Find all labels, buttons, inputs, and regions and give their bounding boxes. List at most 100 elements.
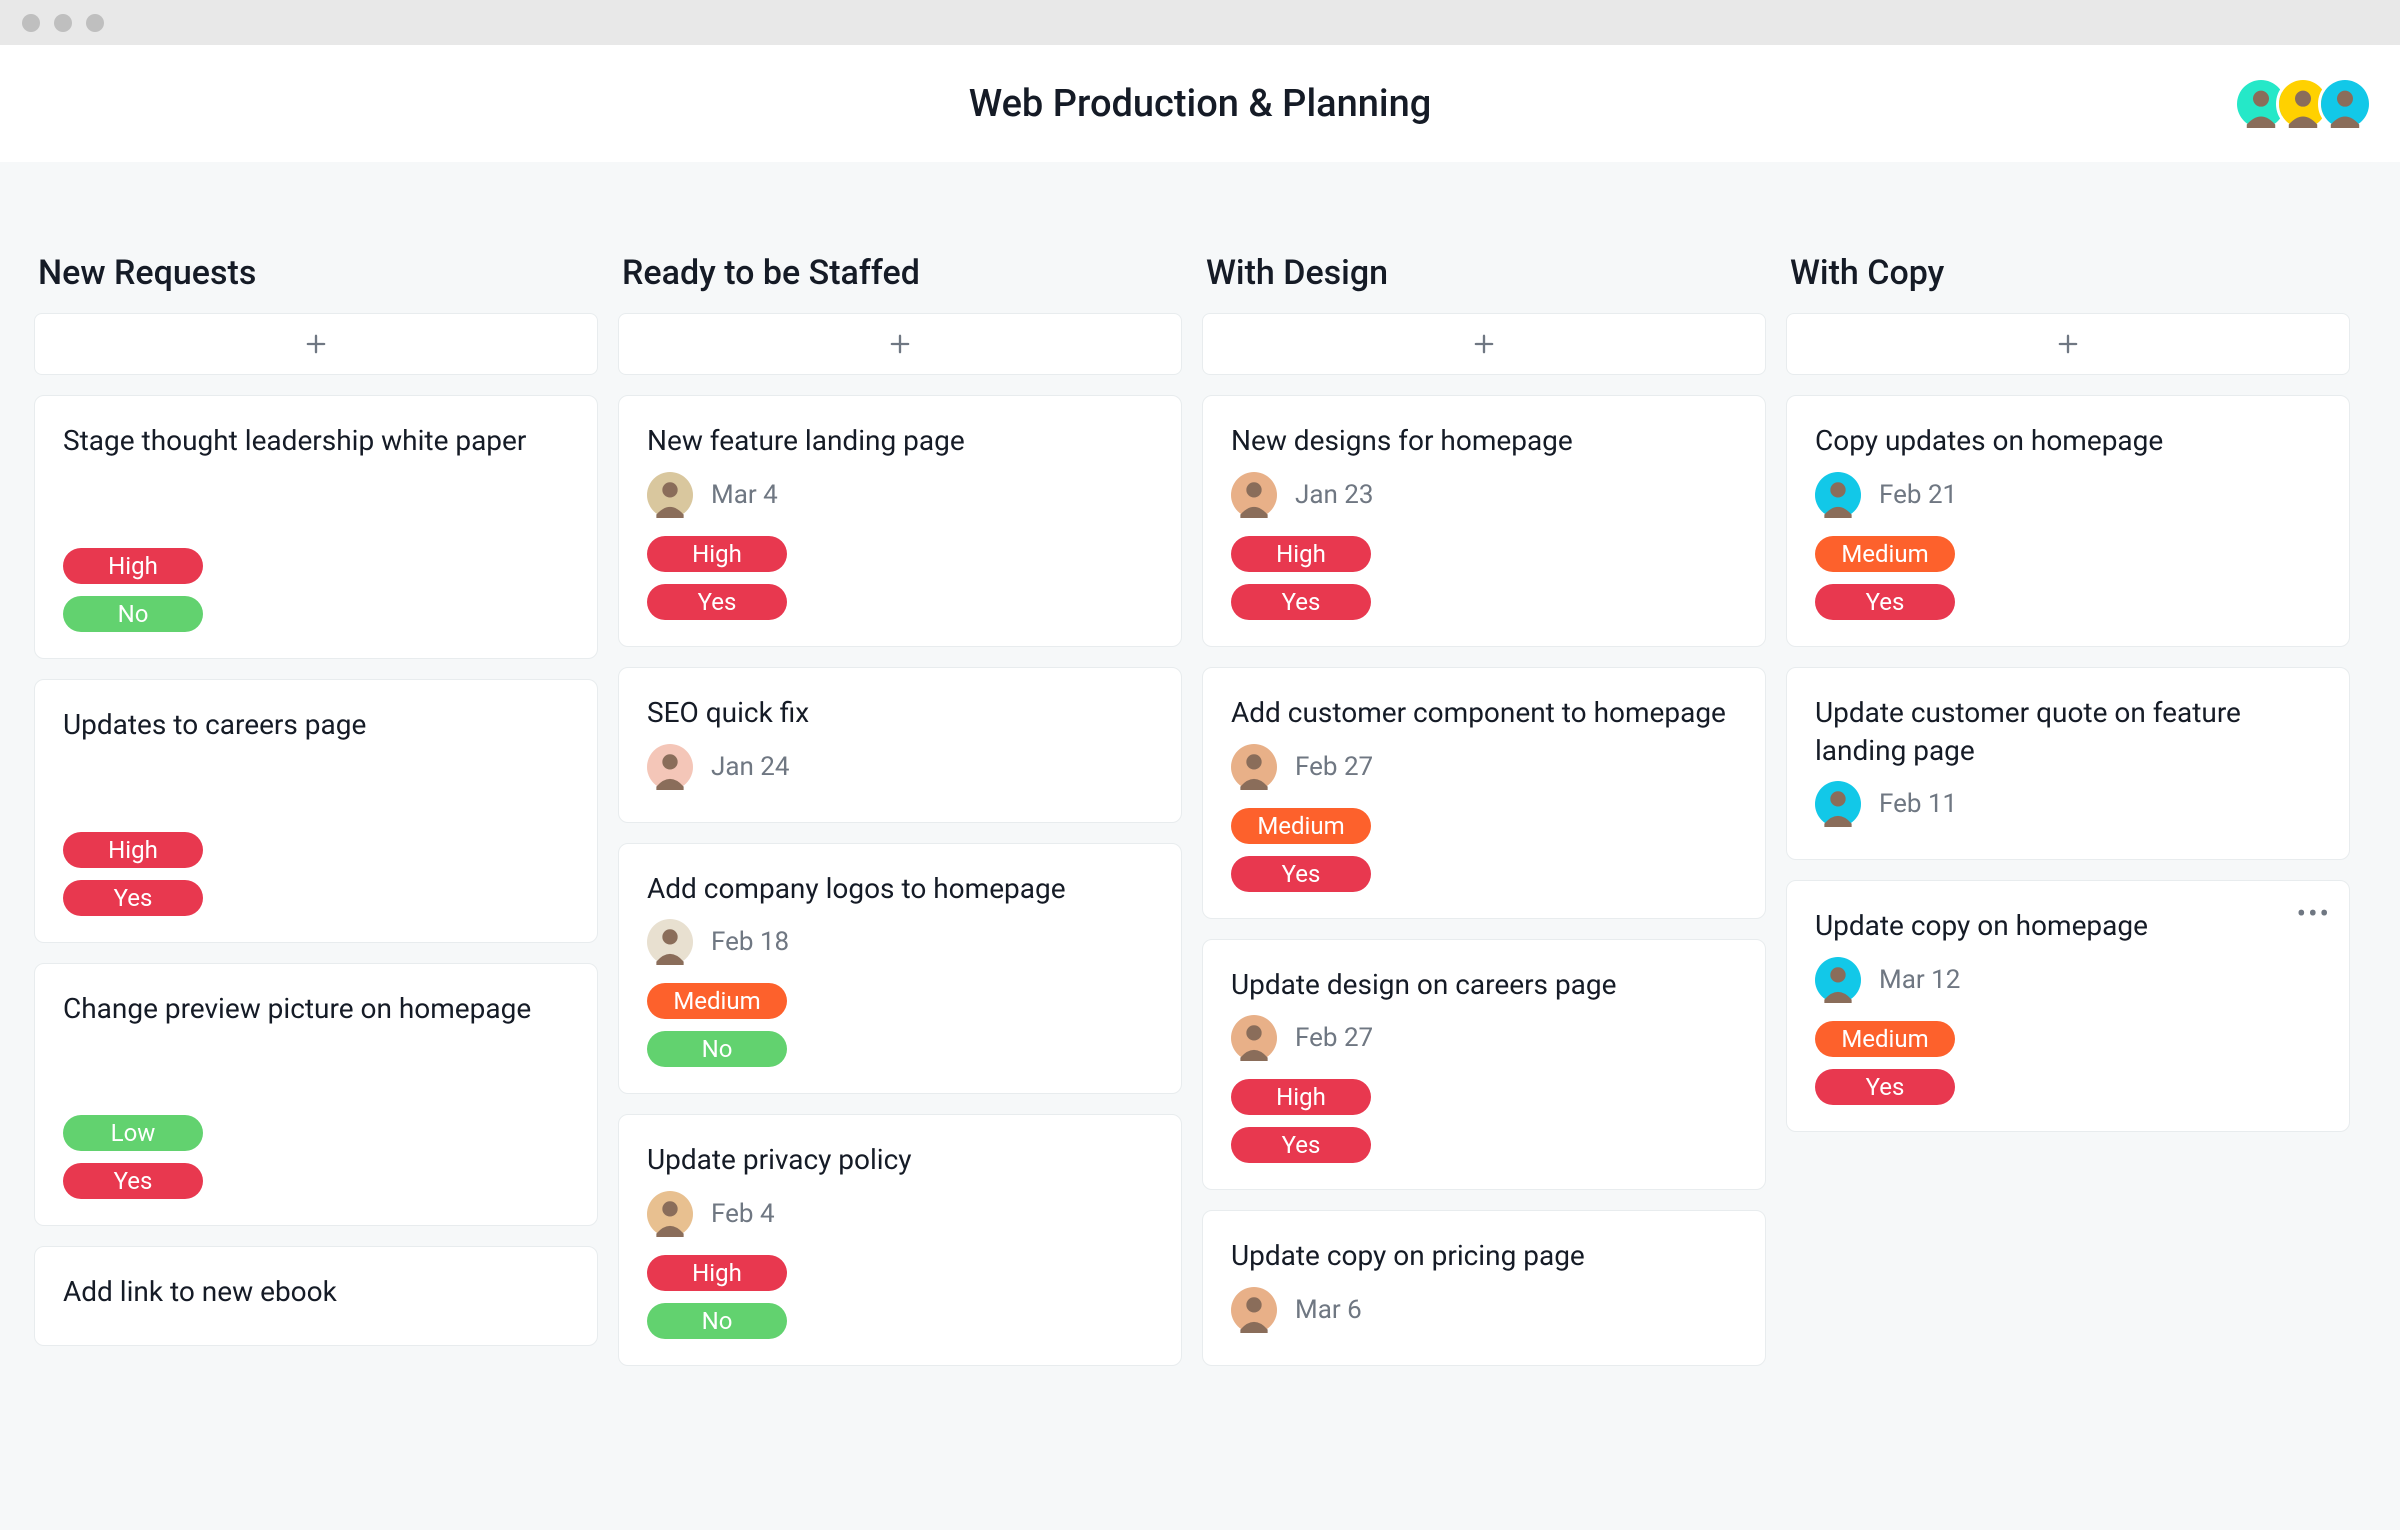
due-date: Mar 4 <box>711 480 778 510</box>
tag-pill[interactable]: Yes <box>1231 856 1371 892</box>
tag-pill[interactable]: Yes <box>1231 584 1371 620</box>
tag-pill[interactable]: High <box>63 832 203 868</box>
tag-pill[interactable]: Yes <box>1815 584 1955 620</box>
card-title: Updates to careers page <box>63 706 569 744</box>
task-card[interactable]: Update privacy policy Feb 4 High No <box>618 1114 1182 1366</box>
column-title: With Copy <box>1786 253 2350 293</box>
tag-list: Medium Yes <box>1815 1021 2321 1105</box>
tag-pill[interactable]: Medium <box>647 983 787 1019</box>
assignee-avatar[interactable] <box>647 1191 693 1237</box>
task-card[interactable]: New designs for homepage Jan 23 High Yes <box>1202 395 1766 647</box>
due-date: Mar 6 <box>1295 1295 1362 1325</box>
card-meta: Mar 12 <box>1815 957 2321 1003</box>
tag-pill[interactable]: No <box>647 1303 787 1339</box>
assignee-avatar[interactable] <box>1231 472 1277 518</box>
tag-pill[interactable]: Yes <box>1231 1127 1371 1163</box>
tag-pill[interactable]: Medium <box>1815 536 1955 572</box>
task-card[interactable]: Update design on careers page Feb 27 High Y… <box>1202 939 1766 1191</box>
column-title: Ready to be Staffed <box>618 253 1182 293</box>
add-card-button[interactable] <box>1202 313 1766 375</box>
tag-pill[interactable]: Yes <box>1815 1069 1955 1105</box>
window-dot <box>22 14 40 32</box>
card-title: Add customer component to homepage <box>1231 694 1737 732</box>
card-title: Update copy on pricing page <box>1231 1237 1737 1275</box>
task-card[interactable]: Updates to careers page High Yes <box>34 679 598 943</box>
plus-icon <box>2054 330 2082 358</box>
board-column: New Requests Stage thought leadership whi… <box>34 253 598 1366</box>
tag-pill[interactable]: Medium <box>1815 1021 1955 1057</box>
card-meta: Mar 4 <box>647 472 1153 518</box>
task-card[interactable]: Copy updates on homepage Feb 21 Medium Yes <box>1786 395 2350 647</box>
board-column: Ready to be Staffed New feature landing p… <box>618 253 1182 1386</box>
tag-list: Medium Yes <box>1815 536 2321 620</box>
card-title: Change preview picture on homepage <box>63 990 569 1028</box>
assignee-avatar[interactable] <box>1231 744 1277 790</box>
tag-pill[interactable]: No <box>63 596 203 632</box>
due-date: Jan 24 <box>711 752 790 782</box>
tag-list: Low Yes <box>63 1115 569 1199</box>
assignee-avatar[interactable] <box>647 919 693 965</box>
tag-list: High No <box>63 548 569 632</box>
tag-pill[interactable]: Medium <box>1231 808 1371 844</box>
window-chrome <box>0 0 2400 45</box>
add-card-button[interactable] <box>1786 313 2350 375</box>
card-title: Add link to new ebook <box>63 1273 569 1311</box>
assignee-avatar[interactable] <box>1231 1015 1277 1061</box>
card-meta: Jan 24 <box>647 744 1153 790</box>
due-date: Feb 21 <box>1879 480 1957 510</box>
card-title: Update design on careers page <box>1231 966 1737 1004</box>
task-card[interactable]: Add company logos to homepage Feb 18 Mediu… <box>618 843 1182 1095</box>
plus-icon <box>302 330 330 358</box>
task-card[interactable]: New feature landing page Mar 4 High Yes <box>618 395 1182 647</box>
task-card[interactable]: Add customer component to homepageFeb 27… <box>1202 667 1766 919</box>
due-date: Feb 18 <box>711 927 789 957</box>
tag-pill[interactable]: Low <box>63 1115 203 1151</box>
tag-pill[interactable]: High <box>647 1255 787 1291</box>
assignee-avatar[interactable] <box>1815 781 1861 827</box>
assignee-avatar[interactable] <box>1231 1287 1277 1333</box>
card-title: New designs for homepage <box>1231 422 1737 460</box>
card-meta: Feb 4 <box>647 1191 1153 1237</box>
card-title: Update privacy policy <box>647 1141 1153 1179</box>
assignee-avatar[interactable] <box>1815 472 1861 518</box>
task-card[interactable]: Stage thought leadership white paperHigh… <box>34 395 598 659</box>
board-column: With Design New designs for homepage Jan 2… <box>1202 253 1766 1386</box>
tag-pill[interactable]: Yes <box>63 880 203 916</box>
tag-pill[interactable]: High <box>1231 536 1371 572</box>
task-card[interactable]: Change preview picture on homepage Low Yes <box>34 963 598 1227</box>
collaborators[interactable] <box>2246 77 2372 131</box>
due-date: Mar 12 <box>1879 965 1960 995</box>
task-card[interactable]: Update customer quote on feature landing… <box>1786 667 2350 861</box>
due-date: Feb 27 <box>1295 1023 1373 1053</box>
card-title: New feature landing page <box>647 422 1153 460</box>
add-card-button[interactable] <box>34 313 598 375</box>
tag-pill[interactable]: High <box>647 536 787 572</box>
tag-pill[interactable]: High <box>63 548 203 584</box>
assignee-avatar[interactable] <box>647 744 693 790</box>
column-title: With Design <box>1202 253 1766 293</box>
assignee-avatar[interactable] <box>647 472 693 518</box>
window-dot <box>86 14 104 32</box>
add-card-button[interactable] <box>618 313 1182 375</box>
tag-pill[interactable]: Yes <box>63 1163 203 1199</box>
card-menu-button[interactable]: ••• <box>2297 897 2331 930</box>
column-title: New Requests <box>34 253 598 293</box>
card-title: Add company logos to homepage <box>647 870 1153 908</box>
assignee-avatar[interactable] <box>1815 957 1861 1003</box>
task-card[interactable]: Update copy on homepage•••Mar 12MediumYe… <box>1786 880 2350 1132</box>
tag-pill[interactable]: No <box>647 1031 787 1067</box>
collaborator-avatar[interactable] <box>2318 77 2372 131</box>
header: Web Production & Planning <box>0 45 2400 163</box>
card-title: Copy updates on homepage <box>1815 422 2321 460</box>
task-card[interactable]: Update copy on pricing page Mar 6 <box>1202 1210 1766 1366</box>
tag-list: High Yes <box>63 832 569 916</box>
card-meta: Jan 23 <box>1231 472 1737 518</box>
tag-pill[interactable]: High <box>1231 1079 1371 1115</box>
board: New Requests Stage thought leadership whi… <box>0 163 2400 1530</box>
task-card[interactable]: Add link to new ebook <box>34 1246 598 1346</box>
page-title: Web Production & Planning <box>969 82 1432 126</box>
plus-icon <box>886 330 914 358</box>
tag-pill[interactable]: Yes <box>647 584 787 620</box>
task-card[interactable]: SEO quick fixJan 24 <box>618 667 1182 823</box>
card-meta: Feb 21 <box>1815 472 2321 518</box>
